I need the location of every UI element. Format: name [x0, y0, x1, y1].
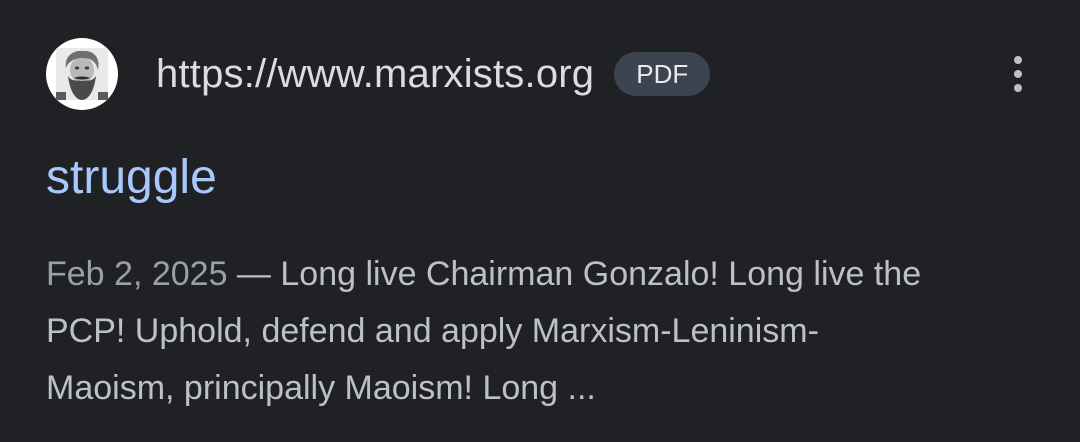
site-url[interactable]: https://www.marxists.org	[156, 52, 594, 97]
marx-portrait-icon	[56, 48, 108, 100]
more-vert-icon	[1014, 56, 1022, 64]
search-result: https://www.marxists.org PDF struggle Fe…	[0, 0, 1080, 442]
result-snippet: Feb 2, 2025 — Long live Chairman Gonzalo…	[46, 246, 1046, 417]
result-title-link[interactable]: struggle	[46, 150, 217, 205]
more-options-button[interactable]	[998, 50, 1038, 98]
snippet-line-1: Feb 2, 2025 — Long live Chairman Gonzalo…	[46, 246, 1046, 303]
pdf-badge: PDF	[614, 52, 711, 96]
date-separator: —	[227, 255, 281, 293]
site-favicon[interactable]	[46, 38, 118, 110]
snippet-line-3: Maoism, principally Maoism! Long ...	[46, 369, 596, 407]
more-vert-icon-dot-3	[1014, 84, 1022, 92]
snippet-text-1: Long live Chairman Gonzalo! Long live th…	[280, 255, 922, 293]
result-header: https://www.marxists.org PDF	[46, 36, 711, 112]
snippet-line-2: PCP! Uphold, defend and apply Marxism-Le…	[46, 312, 819, 350]
result-date: Feb 2, 2025	[46, 255, 228, 293]
more-vert-icon-dot-2	[1014, 70, 1022, 78]
